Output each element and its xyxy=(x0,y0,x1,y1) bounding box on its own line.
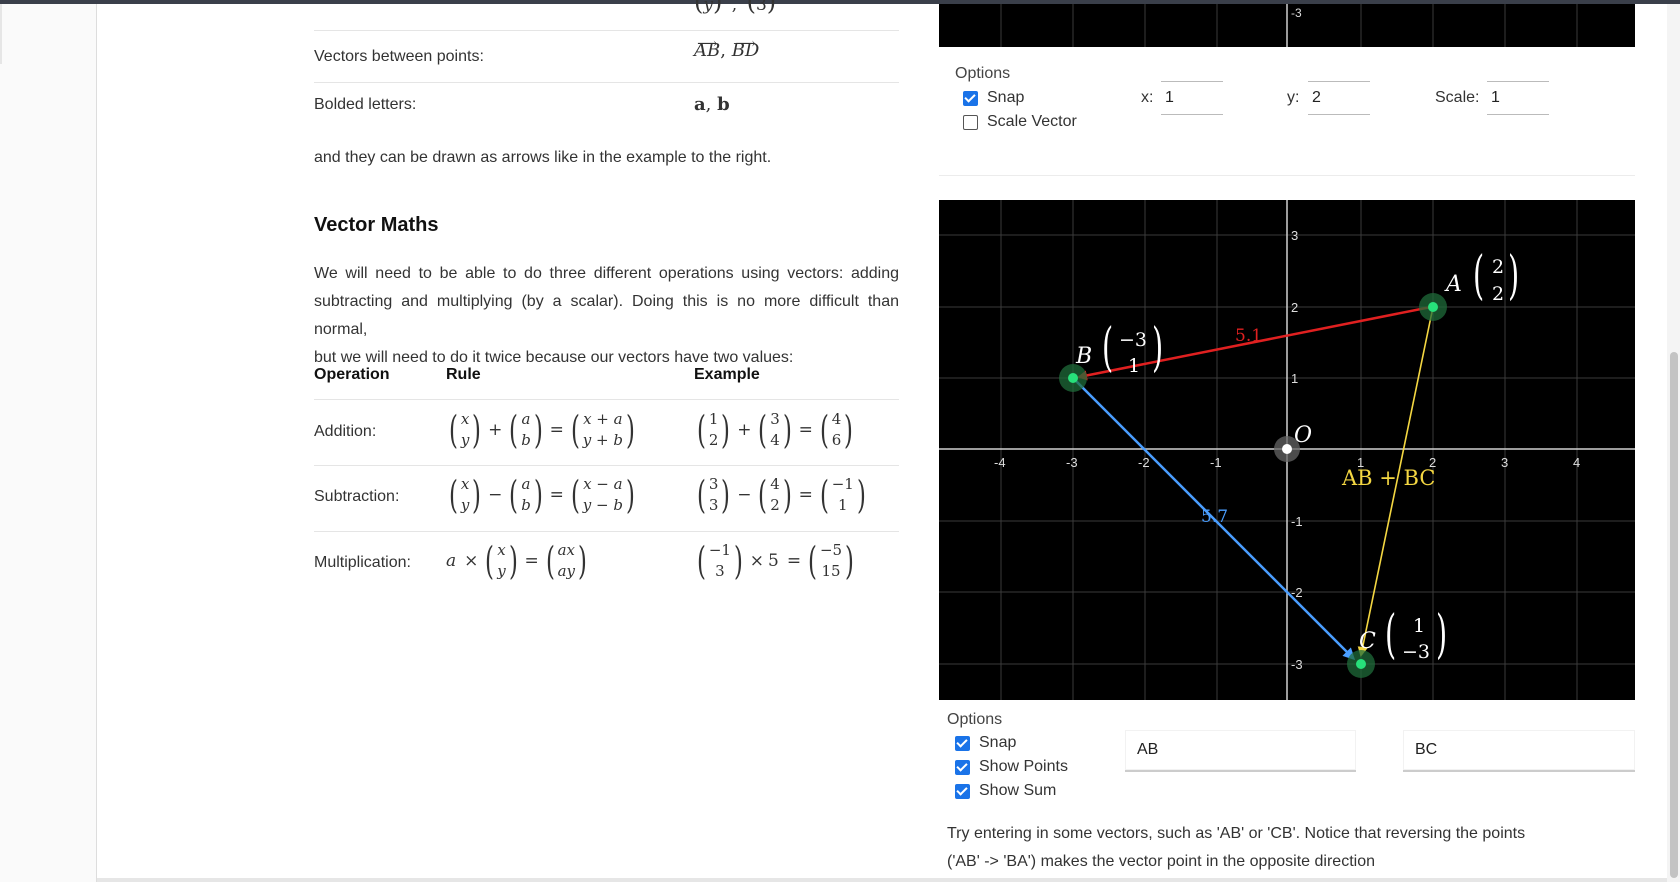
notation-label-vectors-between: Vectors between points: xyxy=(314,48,484,65)
app-separator xyxy=(939,175,1635,176)
x-input[interactable]: 1 xyxy=(1161,81,1223,115)
vector-ab-length: 5.1 xyxy=(1235,326,1262,346)
hint-line: ('AB' -> 'BA') makes the vector point in… xyxy=(947,853,1375,870)
y-field-label: y: xyxy=(1287,89,1300,106)
point-a[interactable] xyxy=(1419,293,1447,321)
vector-sum-graph[interactable]: -4 -3 -2 -1 1 2 3 4 3 2 1 -1 -2 -3 5.1 5… xyxy=(939,200,1635,700)
x-tick-label: -2 xyxy=(1138,455,1150,470)
point-c-x: 1 xyxy=(1413,615,1425,637)
sidebar-edge xyxy=(0,4,2,64)
vector-input-1[interactable]: AB xyxy=(1125,730,1356,772)
snap-checkbox[interactable] xyxy=(963,91,978,106)
addition-rule: (x y) +(a b) =(x + ay + b) xyxy=(448,408,635,452)
hint-text: Try entering in some vectors, such as 'A… xyxy=(947,820,1525,876)
partial-vector-notation: (y) , (3) xyxy=(694,0,777,16)
multiplication-rule: a ×(x y) =(ax ay) xyxy=(446,539,587,583)
point-a-y: 2 xyxy=(1492,283,1504,305)
show-sum-label[interactable]: Show Sum xyxy=(979,782,1056,800)
notation-vectors-between: ⟶ AB, ⟶ BD xyxy=(694,36,760,61)
section-title: Vector Maths xyxy=(314,214,439,236)
paragraph: We will need to be able to do three diff… xyxy=(314,260,899,372)
scale-input[interactable]: 1 xyxy=(1487,81,1549,115)
multiplication-example: (−1 3) × 5 =(−5 15) xyxy=(696,539,854,583)
snap-label[interactable]: Snap xyxy=(979,734,1016,752)
scale-vector-label[interactable]: Scale Vector xyxy=(987,113,1077,131)
snap-label[interactable]: Snap xyxy=(987,89,1024,107)
show-sum-checkbox[interactable] xyxy=(955,784,970,799)
svg-text:): ) xyxy=(1152,317,1163,378)
notation-bold-letters: a, b xyxy=(694,94,730,115)
point-b-name: B xyxy=(1075,344,1092,369)
y-tick-label: -1 xyxy=(1291,514,1303,529)
snap-checkbox[interactable] xyxy=(955,736,970,751)
vector-input-2[interactable]: BC xyxy=(1403,730,1635,772)
table-header-operation: Operation xyxy=(314,366,390,383)
subtraction-rule: (x y) −(a b) =(x − ay − b) xyxy=(448,473,635,517)
scale-field-label: Scale: xyxy=(1435,89,1480,106)
addition-example: (1 2) +(3 4) =(4 6) xyxy=(696,408,854,452)
bottom-edge xyxy=(97,878,1667,882)
hint-line: Try entering in some vectors, such as 'A… xyxy=(947,825,1526,842)
table-row-op-multiplication: Multiplication: xyxy=(314,554,411,571)
point-b-x: −3 xyxy=(1119,329,1147,351)
table-divider xyxy=(314,531,899,532)
vector-bc-length: 5.7 xyxy=(1201,507,1228,527)
svg-text:): ) xyxy=(1436,604,1447,665)
svg-text:): ) xyxy=(1508,245,1519,306)
sum-label: AB + BC xyxy=(1341,466,1435,490)
vector-labels: 5.1 5.7 AB + BC xyxy=(1201,326,1435,527)
scrollbar-thumb[interactable] xyxy=(1670,352,1678,878)
svg-text:(: ( xyxy=(1473,245,1484,306)
table-header-rule: Rule xyxy=(446,366,481,383)
notation-label-bold: Bolded letters: xyxy=(314,96,417,113)
subtraction-example: (3 3) −(4 2) =(−1 1) xyxy=(696,473,866,517)
options-title: Options xyxy=(947,711,1003,728)
show-points-label[interactable]: Show Points xyxy=(979,758,1068,776)
point-b-y: 1 xyxy=(1128,355,1140,377)
divider xyxy=(314,30,899,31)
x-tick-label: 3 xyxy=(1501,455,1508,470)
x-tick-label: 4 xyxy=(1573,455,1580,470)
y-tick-label: -3 xyxy=(1291,657,1303,672)
vector-graph-top[interactable]: -3 xyxy=(939,4,1635,47)
show-points-checkbox[interactable] xyxy=(955,760,970,775)
point-a-x: 2 xyxy=(1492,256,1504,278)
x-field-label: x: xyxy=(1141,89,1154,106)
svg-text:(: ( xyxy=(1102,317,1113,378)
y-tick-label: 1 xyxy=(1291,371,1298,386)
left-sidebar xyxy=(0,4,97,882)
svg-text:(: ( xyxy=(1385,604,1396,665)
y-input[interactable]: 2 xyxy=(1308,81,1370,115)
origin-label: O xyxy=(1294,423,1312,448)
scale-vector-checkbox[interactable] xyxy=(963,115,978,130)
table-row-op-subtraction: Subtraction: xyxy=(314,488,400,505)
graph-canvas: -4 -3 -2 -1 1 2 3 4 3 2 1 -1 -2 -3 5.1 5… xyxy=(939,200,1635,700)
y-tick-label: 3 xyxy=(1291,228,1298,243)
options-title: Options xyxy=(955,65,1011,82)
point-c[interactable] xyxy=(1347,650,1375,678)
paragraph-line: subtracting and multiplying (by a scalar… xyxy=(314,293,899,338)
paragraph-line: but we will need to do it twice because … xyxy=(314,349,794,366)
table-row-op-addition: Addition: xyxy=(314,423,377,440)
table-divider xyxy=(314,465,899,466)
draw-text: and they can be drawn as arrows like in … xyxy=(314,149,772,166)
point-c-name: C xyxy=(1359,629,1376,654)
axis-label: -3 xyxy=(1291,6,1302,20)
paragraph-line: We will need to be able to do three diff… xyxy=(314,265,899,282)
table-header-example: Example xyxy=(694,366,760,383)
x-tick-label: -1 xyxy=(1210,455,1222,470)
graph-top-canvas: -3 xyxy=(1000,4,1578,47)
divider xyxy=(314,82,899,83)
x-tick-label: -3 xyxy=(1066,455,1078,470)
table-divider xyxy=(314,399,899,400)
y-tick-label: 2 xyxy=(1291,300,1298,315)
point-a-name: A xyxy=(1444,272,1462,297)
point-c-y: −3 xyxy=(1402,641,1430,663)
x-tick-label: -4 xyxy=(994,455,1006,470)
